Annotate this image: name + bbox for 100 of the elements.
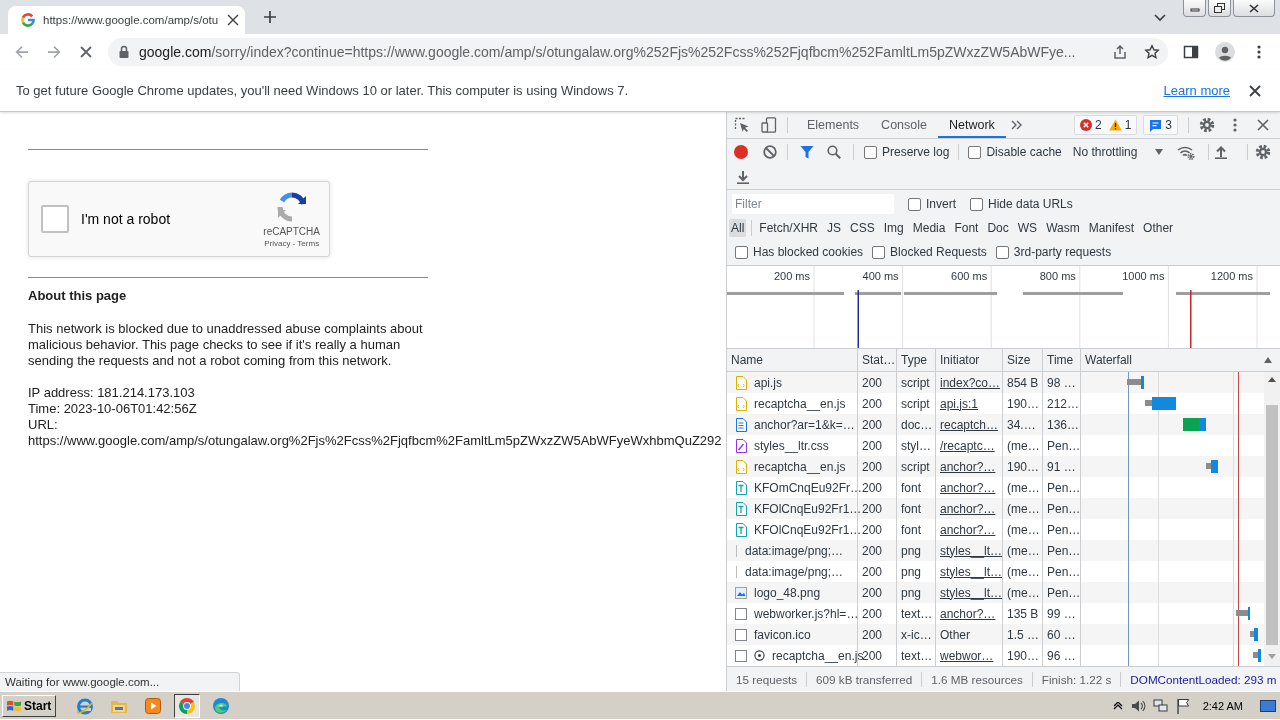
avatar-icon[interactable] (1215, 42, 1235, 62)
type-filter[interactable]: Manifest (1086, 219, 1137, 237)
status-bubble: Waiting for www.google.com... (0, 672, 240, 691)
checkbox[interactable] (970, 197, 983, 211)
type-filter[interactable]: WS (1015, 219, 1040, 237)
type-filter[interactable]: Fetch/XHR (757, 219, 821, 237)
close-window-button[interactable] (1233, 0, 1275, 17)
type-filter[interactable]: Media (910, 219, 948, 237)
messages-counter[interactable]: 3 (1143, 115, 1178, 135)
device-toolbar-icon[interactable] (761, 117, 777, 133)
network-icon[interactable] (1152, 697, 1169, 714)
checkbox[interactable] (995, 245, 1009, 259)
initiator-link[interactable]: anchor?… (940, 459, 996, 474)
settings-icon[interactable] (1255, 144, 1272, 160)
initiator-link[interactable]: recaptch… (940, 417, 999, 432)
request-row[interactable]: KFOlCnqEu92Fr1…200 font anchor?… (me… Pen… (727, 498, 1264, 519)
column-header[interactable]: Size (1007, 353, 1031, 367)
status-code: 200 (862, 438, 883, 453)
close-icon[interactable] (1248, 83, 1262, 98)
dropdown-triangle-icon[interactable] (1154, 148, 1165, 156)
request-row[interactable]: data:image/png;… 200 png styles__lt… (me… Pen… (727, 540, 1264, 561)
filter-input[interactable]: Filter (732, 194, 894, 214)
checkbox[interactable] (908, 197, 921, 211)
address-bar[interactable]: google.com/sorry/index?continue=https://www.google.com/amp/s/otungalaw.org%252Fjs%252Fcss%252Fjqfbcm%252FamltLm5pZWxzZW5AbWFye... (108, 38, 1168, 66)
initiator-link[interactable]: styles__lt… (940, 585, 1003, 600)
close-icon[interactable] (1255, 117, 1271, 133)
side-panel-icon[interactable] (1183, 44, 1199, 60)
type-filter[interactable]: Font (952, 219, 981, 237)
type-filter[interactable]: Doc (985, 219, 1011, 237)
initiator-link[interactable]: anchor?… (940, 606, 996, 621)
scrollbar-thumb[interactable] (1266, 405, 1278, 645)
initiator-link[interactable]: anchor?… (940, 480, 996, 495)
search-icon[interactable] (827, 145, 841, 159)
privacy-terms-links[interactable]: Privacy - Terms (264, 238, 320, 248)
restore-button[interactable] (1208, 0, 1231, 17)
initiator-link[interactable]: webwor… (940, 648, 994, 663)
type-filter[interactable]: CSS (848, 219, 877, 237)
learn-more-link[interactable]: Learn more (1163, 83, 1230, 98)
sort-up-icon[interactable] (1263, 356, 1273, 364)
checkbox-label[interactable]: Blocked Requests (890, 245, 987, 259)
checkbox-label[interactable]: Hide data URLs (988, 197, 1073, 211)
infobar-message: To get future Google Chrome updates, you'll need Windows 10 or later. This computer is using Windows 7. (16, 83, 629, 98)
issues-counter[interactable]: 2 1 (1073, 115, 1138, 135)
start-button[interactable]: Start (2, 694, 57, 717)
column-header[interactable]: Initiator (940, 353, 980, 367)
devtools-tab[interactable]: Elements (796, 112, 871, 138)
column-header[interactable]: Waterfall (1085, 353, 1132, 367)
checkbox-label[interactable]: Invert (926, 197, 956, 211)
request-row[interactable]: anchor?ar=1&k=… 200 doc… recaptch… 34.… 136… (727, 414, 1264, 435)
star-icon[interactable] (1144, 44, 1160, 60)
request-row[interactable]: api.js 200 script index?co… 854 B 98 … (727, 372, 1264, 393)
more-tabs-icon[interactable] (1009, 118, 1024, 132)
throttling-dropdown[interactable]: No throttling (1072, 145, 1138, 159)
type-text: script (901, 396, 930, 411)
initiator-link[interactable]: index?co… (940, 375, 1001, 390)
download-icon[interactable] (736, 170, 750, 184)
inspect-element-icon[interactable] (734, 117, 750, 133)
record-icon[interactable] (734, 145, 748, 159)
initiator-link[interactable]: /recaptc… (940, 438, 995, 453)
type-filter[interactable]: Other (1141, 219, 1176, 237)
show-desktop-icon[interactable] (1260, 698, 1276, 713)
stop-loading-icon[interactable] (78, 44, 94, 60)
column-header[interactable]: Type (901, 353, 927, 367)
type-text: font (901, 501, 921, 516)
filter-icon[interactable] (800, 145, 814, 159)
column-header[interactable]: Name (731, 353, 763, 367)
checkbox[interactable] (968, 145, 982, 159)
wifi-settings-icon[interactable] (1177, 144, 1196, 160)
initiator-link[interactable]: anchor?… (940, 522, 996, 537)
clear-icon[interactable] (763, 145, 777, 159)
browser-tab[interactable]: https://www.google.com/amp/s/otu (8, 6, 245, 34)
initiator-link[interactable]: anchor?… (940, 501, 996, 516)
column-header[interactable]: Time (1047, 353, 1074, 367)
type-filter[interactable]: JS (825, 219, 844, 237)
captcha-checkbox[interactable] (41, 205, 69, 233)
checkbox[interactable] (872, 245, 886, 259)
type-filter[interactable]: Wasm (1044, 219, 1082, 237)
plus-icon[interactable] (262, 9, 278, 25)
initiator-link[interactable]: styles__lt… (940, 564, 1003, 579)
checkbox-label[interactable]: 3rd-party requests (1013, 245, 1112, 259)
request-row[interactable]: logo_48.png 200 png styles__lt… (me… Pen… (727, 582, 1264, 603)
type-filter[interactable]: Img (881, 219, 906, 237)
checkbox-label[interactable]: Preserve log (882, 145, 950, 159)
scroll-up-icon[interactable] (1267, 376, 1277, 383)
share-icon[interactable] (1112, 44, 1128, 60)
tray-expand-icon[interactable] (1112, 701, 1123, 710)
initiator-link[interactable]: api.js:1 (940, 396, 979, 411)
checkbox-label[interactable]: Disable cache (986, 145, 1062, 159)
column-header[interactable]: Stat… (862, 353, 896, 367)
flag-icon[interactable] (1175, 697, 1190, 714)
initiator-link[interactable]: styles__lt… (940, 543, 1003, 558)
checkbox-label[interactable]: Has blocked cookies (753, 245, 864, 259)
checkbox[interactable] (735, 245, 748, 259)
devtools-tab[interactable]: Console (870, 112, 938, 138)
settings-icon[interactable] (1199, 117, 1215, 133)
checkbox[interactable] (864, 145, 877, 159)
upload-icon[interactable] (1214, 145, 1229, 159)
request-row[interactable]: recaptcha__en.js 200 script anchor?… 190… 91 … (727, 456, 1264, 477)
type-filter[interactable]: All (729, 219, 747, 237)
request-row[interactable]: favicon.ico 200 x-ic… Other 1.5 … 60 … (727, 624, 1264, 645)
